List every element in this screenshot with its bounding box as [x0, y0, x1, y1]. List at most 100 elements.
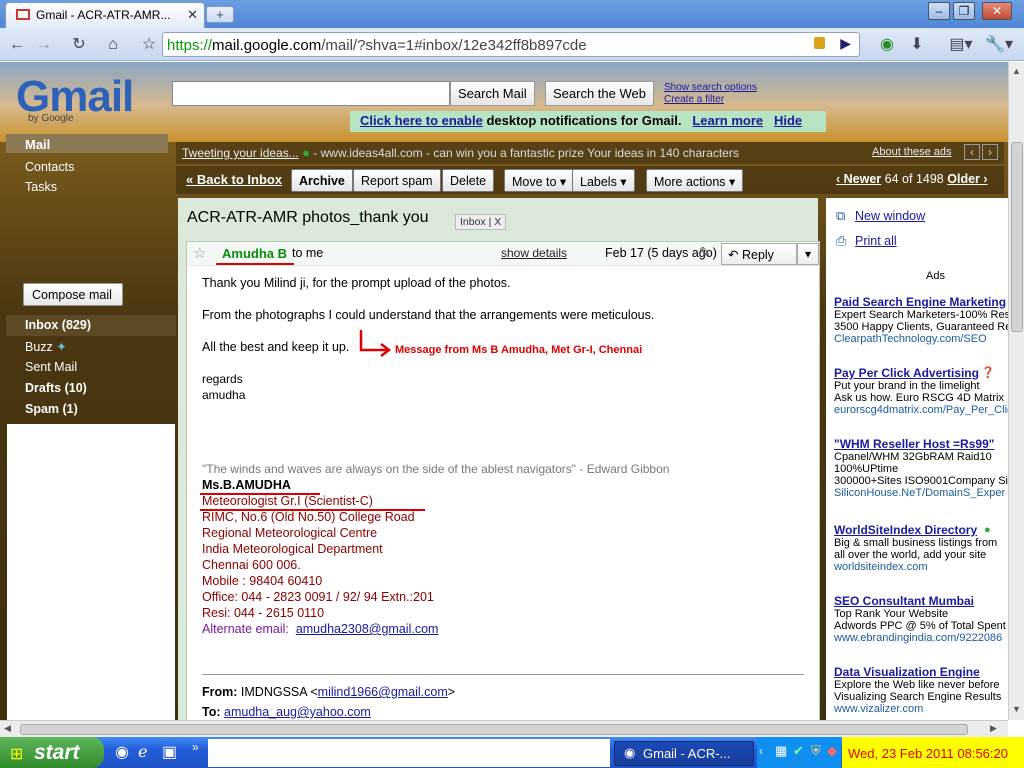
extension-icon[interactable]: ◉ [876, 34, 898, 56]
go-icon[interactable]: ▶ [840, 35, 851, 52]
older-link[interactable]: Older › [947, 172, 987, 186]
taskbar-clock[interactable]: Wed, 23 Feb 2011 08:56:20 [842, 737, 1024, 768]
ad-title-link[interactable]: Data Visualization Engine [834, 665, 1008, 679]
reload-icon[interactable]: ↻ [68, 34, 90, 56]
maximize-button[interactable]: ❐ [953, 2, 975, 20]
to-email-link[interactable]: amudha_aug@yahoo.com [224, 705, 371, 719]
scroll-up-icon: ▲ [1012, 66, 1021, 76]
nav-spam[interactable]: Spam (1) [25, 402, 78, 416]
ad-prev-icon[interactable]: ‹ [964, 144, 980, 160]
body-line-3: All the best and keep it up. [202, 340, 350, 354]
nav-drafts[interactable]: Drafts (10) [25, 381, 87, 395]
name-text: amudha [202, 388, 246, 402]
close-window-button[interactable]: ✕ [982, 2, 1012, 20]
ad-title-link[interactable]: "WHM Reseller Host =Rs99" [834, 437, 1008, 451]
bookmark-star-icon[interactable]: ☆ [138, 34, 160, 56]
top-ad-link[interactable]: Tweeting your ideas... [182, 146, 299, 160]
taskbar-white-area [208, 739, 610, 767]
hide-link[interactable]: Hide [774, 113, 802, 128]
body-line-2: From the photographs I could understand … [202, 308, 655, 322]
compose-mail-button[interactable]: Compose mail [23, 283, 123, 306]
ad-item: WorldSiteIndex Directory Big & small bus… [834, 523, 1008, 573]
show-search-options-link[interactable]: Show search options [664, 82, 757, 94]
back-to-inbox-link[interactable]: « Back to Inbox [186, 172, 282, 187]
move-to-button[interactable]: Move to ▾ [504, 169, 575, 192]
tab-title: Gmail - ACR-ATR-AMR... [36, 8, 171, 22]
new-tab-button[interactable]: + [206, 6, 234, 23]
ad-item: Paid Search Engine Marketing Expert Sear… [834, 295, 1008, 345]
download-icon[interactable]: ⬇ [906, 34, 928, 56]
ad-title-link[interactable]: SEO Consultant Mumbai [834, 594, 1008, 608]
star-icon[interactable]: ☆ [193, 244, 206, 262]
minimize-button[interactable]: – [928, 2, 950, 20]
browser-tab[interactable]: Gmail - ACR-ATR-AMR... ✕ [5, 2, 205, 28]
forward-icon[interactable]: → [33, 34, 55, 56]
wrench-menu-icon[interactable]: 🔧▾ [984, 34, 1014, 56]
search-web-button[interactable]: Search the Web [545, 81, 654, 106]
create-filter-link[interactable]: Create a filter [664, 94, 757, 106]
body-line-1: Thank you Milind ji, for the prompt uplo… [202, 276, 511, 290]
ads-heading: Ads [926, 270, 945, 282]
close-tab-icon[interactable]: ✕ [187, 7, 198, 23]
sender-underline-annotation [216, 263, 294, 265]
tray-expand-icon[interactable]: ‹ [759, 744, 763, 758]
signature-line: Mobile : 98404 60410 [202, 574, 323, 588]
newer-link[interactable]: ‹ Newer [836, 172, 881, 186]
inbox-label-tag[interactable]: Inbox | X [455, 214, 507, 230]
print-all-link[interactable]: Print all [855, 234, 897, 248]
about-ads-link[interactable]: About these ads [872, 146, 952, 158]
enable-notifications-link[interactable]: Click here to enable [360, 113, 483, 128]
scroll-left-icon: ◀ [4, 723, 11, 733]
vertical-scrollbar[interactable]: ▲ ▼ [1008, 62, 1024, 720]
url-scheme: https:// [167, 37, 213, 54]
new-window-link[interactable]: New window [855, 209, 925, 223]
new-window-icon: ⧉ [836, 208, 846, 223]
ie-quicklaunch-icon[interactable]: ℯ [138, 742, 147, 762]
report-spam-button[interactable]: Report spam [353, 169, 441, 192]
remove-label-icon[interactable]: X [494, 216, 501, 228]
tray-app-icon[interactable]: ✔ [793, 743, 804, 759]
ad-title-link[interactable]: Paid Search Engine Marketing [834, 295, 1008, 309]
nav-mail[interactable]: Mail [6, 134, 168, 153]
message-total: 1498 [915, 172, 944, 186]
sender-name[interactable]: Amudha B [222, 246, 287, 261]
archive-button[interactable]: Archive [291, 169, 353, 192]
more-actions-button[interactable]: More actions ▾ [646, 169, 744, 192]
media-quicklaunch-icon[interactable]: ▣ [162, 742, 177, 762]
learn-more-link[interactable]: Learn more [692, 113, 763, 128]
ad-item: Data Visualization Engine Explore the We… [834, 665, 1008, 715]
left-nav: Mail Contacts Tasks Compose mail Inbox (… [6, 134, 176, 720]
notification-bar: Click here to enable desktop notificatio… [350, 111, 826, 132]
nav-sent-mail[interactable]: Sent Mail [25, 360, 77, 374]
scroll-right-icon: ▶ [990, 723, 997, 733]
tray-alert-icon[interactable]: ◆ [827, 743, 837, 759]
page-menu-icon[interactable]: ▤▾ [946, 34, 976, 56]
search-mail-button[interactable]: Search Mail [450, 81, 535, 106]
address-bar[interactable]: https://mail.google.com/mail/?shva=1#inb… [162, 32, 860, 57]
nav-tasks[interactable]: Tasks [25, 180, 57, 194]
ad-item: SEO Consultant Mumbai Top Rank Your Webs… [834, 594, 1008, 644]
nav-inbox[interactable]: Inbox (829) [25, 318, 91, 332]
home-icon[interactable]: ⌂ [102, 34, 124, 56]
chrome-quicklaunch-icon[interactable]: ◉ [115, 742, 129, 762]
ad-info-icon[interactable]: ❓ [981, 366, 995, 379]
back-icon[interactable]: ← [6, 34, 28, 56]
nav-contacts[interactable]: Contacts [25, 160, 74, 174]
ad-next-icon[interactable]: › [982, 144, 998, 160]
search-input[interactable] [172, 81, 450, 106]
alt-email-link[interactable]: amudha2308@gmail.com [296, 622, 439, 636]
horizontal-scrollbar[interactable]: ◀ ▶ [0, 720, 1008, 737]
from-email-link[interactable]: milind1966@gmail.com [318, 685, 448, 699]
reply-button[interactable]: ↶ Reply [721, 243, 797, 265]
quicklaunch-more-icon[interactable]: » [192, 740, 199, 754]
shield-icon[interactable]: ⛨ [811, 743, 821, 759]
reply-dropdown-icon[interactable]: ▾ [797, 243, 819, 265]
annotation-text: Message from Ms B Amudha, Met Gr-I, Chen… [395, 344, 643, 356]
network-icon[interactable]: ▦ [775, 743, 787, 759]
delete-button[interactable]: Delete [442, 169, 495, 192]
show-details-link[interactable]: show details [501, 246, 567, 260]
nav-buzz[interactable]: Buzz ✦ [25, 339, 67, 354]
labels-button[interactable]: Labels ▾ [572, 169, 635, 192]
lock-icon[interactable] [814, 37, 825, 49]
ad-title-link[interactable]: WorldSiteIndex Directory [834, 523, 1008, 537]
